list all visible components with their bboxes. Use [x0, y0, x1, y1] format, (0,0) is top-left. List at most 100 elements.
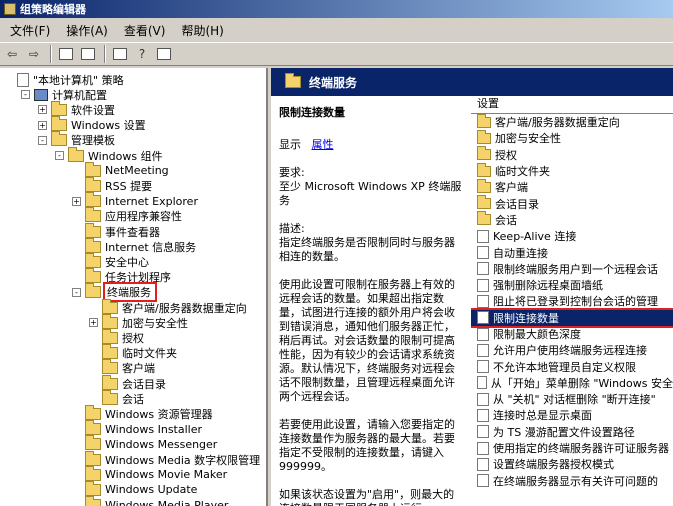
tree-node-label: 终端服务: [103, 282, 157, 303]
tree-node[interactable]: Windows Media 数字权限管理: [72, 450, 261, 467]
policy-icon: [477, 408, 489, 422]
folder-icon: [51, 131, 67, 147]
tree-node[interactable]: 会话: [89, 389, 144, 406]
setting-item[interactable]: 从 "关机" 对话框删除 "断开连接": [471, 391, 673, 407]
folder-icon: [477, 211, 491, 226]
folder-icon: [477, 113, 491, 128]
forward-icon[interactable]: ⇨: [24, 44, 44, 64]
setting-item[interactable]: 授权: [471, 146, 673, 163]
setting-item[interactable]: 加密与安全性: [471, 129, 673, 146]
policy-icon: [477, 376, 487, 390]
tree-node[interactable]: 会话目录: [89, 374, 166, 391]
setting-item[interactable]: 为 TS 漫游配置文件设置路径: [471, 424, 673, 440]
folder-icon: [477, 178, 491, 193]
policy-icon: [477, 392, 489, 406]
expand-icon[interactable]: +: [38, 105, 47, 115]
policy-icon: [477, 360, 489, 374]
setting-item[interactable]: 阻止将已登录到控制台会话的管理: [471, 293, 673, 309]
display-label: 显示: [279, 138, 301, 151]
setting-item[interactable]: 不允许本地管理员自定义权限: [471, 358, 673, 374]
setting-item[interactable]: 临时文件夹: [471, 162, 673, 179]
tree-node[interactable]: Windows Media Player: [72, 496, 228, 506]
tree-node-label: 会话目录: [122, 377, 166, 391]
tree-node-label: Windows Installer: [105, 422, 203, 436]
help-icon[interactable]: ?: [132, 44, 152, 64]
display-properties: 显示 属性: [279, 138, 463, 152]
folder-icon: [85, 222, 101, 238]
setting-item-label: 设置终端服务器授权模式: [493, 458, 614, 472]
tree-pane[interactable]: "本地计算机" 策略 - 计算机配置 + 软件设置 + Windows 设置 - 管理模板 - Wi…: [0, 68, 268, 506]
setting-item[interactable]: 强制删除远程桌面墙纸: [471, 277, 673, 293]
tree-node[interactable]: - 终端服务: [72, 282, 157, 303]
tree-node-label: Windows 组件: [88, 149, 163, 163]
details-header: 终端服务: [271, 68, 673, 96]
tree-node-label: 事件查看器: [105, 225, 160, 239]
setting-item[interactable]: 使用指定的终端服务器许可证服务器: [471, 440, 673, 456]
expand-icon[interactable]: +: [72, 196, 81, 206]
details-header-title: 终端服务: [309, 75, 358, 90]
tree-node[interactable]: - Windows 组件: [55, 146, 163, 163]
tree-node-label: Windows Media 数字权限管理: [105, 453, 261, 467]
setting-item-label: 阻止将已登录到控制台会话的管理: [493, 295, 658, 309]
setting-item-label: 授权: [495, 148, 517, 162]
up-folder-icon[interactable]: [56, 44, 76, 64]
setting-item[interactable]: 在终端服务器显示有关许可问题的: [471, 473, 673, 489]
tree-node-label: 安全中心: [105, 255, 149, 269]
policy-icon: [477, 278, 489, 292]
collapse-icon[interactable]: -: [38, 135, 47, 145]
collapse-icon[interactable]: -: [55, 151, 64, 160]
setting-item[interactable]: 会话: [471, 211, 673, 228]
tree-node[interactable]: 授权: [89, 328, 144, 345]
expand-icon[interactable]: +: [89, 318, 98, 328]
collapse-icon[interactable]: -: [72, 287, 81, 297]
folder-icon: [85, 161, 101, 177]
menu-file[interactable]: 文件(F): [2, 22, 58, 39]
extended-view-icon[interactable]: [154, 44, 174, 64]
setting-item-label: Keep-Alive 连接: [493, 230, 577, 244]
settings-list[interactable]: 设置 客户端/服务器数据重定向 加密与安全性授权 临时文件夹 客户端 会话目录 会话 Kee…: [471, 96, 673, 506]
tree-node-label: 任务计划程序: [105, 271, 171, 285]
setting-item-label: 限制连接数量: [493, 311, 559, 325]
tree-node-label: 临时文件夹: [122, 347, 177, 361]
setting-item[interactable]: 连接时总是显示桌面: [471, 407, 673, 423]
menu-view[interactable]: 查看(V): [116, 22, 174, 39]
collapse-icon[interactable]: -: [21, 90, 30, 100]
tree-node[interactable]: 客户端/服务器数据重定向: [89, 298, 247, 315]
folder-icon: [102, 389, 118, 405]
tree-node[interactable]: 安全中心: [72, 252, 149, 269]
menu-action[interactable]: 操作(A): [58, 22, 116, 39]
setting-item[interactable]: 限制连接数量: [471, 307, 673, 328]
folder-icon: [285, 73, 301, 88]
folder-icon: [51, 116, 67, 132]
setting-item[interactable]: 客户端/服务器数据重定向: [471, 113, 673, 130]
setting-item[interactable]: 设置终端服务器授权模式: [471, 456, 673, 472]
properties-link[interactable]: 属性: [312, 138, 334, 151]
setting-item[interactable]: 客户端: [471, 178, 673, 195]
properties-icon[interactable]: [110, 44, 130, 64]
setting-item-label: 连接时总是显示桌面: [493, 409, 592, 423]
folder-icon: [85, 237, 101, 253]
tree-node[interactable]: - 计算机配置: [21, 87, 107, 102]
tree-node[interactable]: Windows Movie Maker: [72, 465, 227, 482]
setting-item[interactable]: 限制终端服务用户到一个远程会话: [471, 261, 673, 277]
setting-item[interactable]: 允许用户使用终端服务远程连接: [471, 342, 673, 358]
folder-icon: [477, 146, 491, 161]
show-hide-tree-icon[interactable]: [78, 44, 98, 64]
back-icon[interactable]: ⇦: [2, 44, 22, 64]
setting-item[interactable]: 从「开始」菜单删除 "Windows 安全: [471, 375, 673, 391]
tree-node-label: Windows Update: [105, 483, 198, 497]
column-header-setting[interactable]: 设置: [471, 96, 673, 114]
tree-node-label: 管理模板: [71, 134, 115, 148]
setting-item[interactable]: 限制最大颜色深度: [471, 326, 673, 342]
policy-icon: [477, 474, 489, 488]
folder-icon: [85, 404, 101, 420]
tree-node[interactable]: 客户端: [89, 359, 155, 376]
setting-item[interactable]: 自动重连接: [471, 244, 673, 260]
menu-help[interactable]: 帮助(H): [173, 22, 231, 39]
folder-icon: [477, 129, 491, 144]
tree-node[interactable]: "本地计算机" 策略: [4, 72, 124, 87]
setting-item[interactable]: Keep-Alive 连接: [471, 228, 673, 244]
tree-node[interactable]: + 软件设置: [38, 100, 115, 117]
setting-item[interactable]: 会话目录: [471, 195, 673, 211]
expand-icon[interactable]: +: [38, 120, 47, 130]
